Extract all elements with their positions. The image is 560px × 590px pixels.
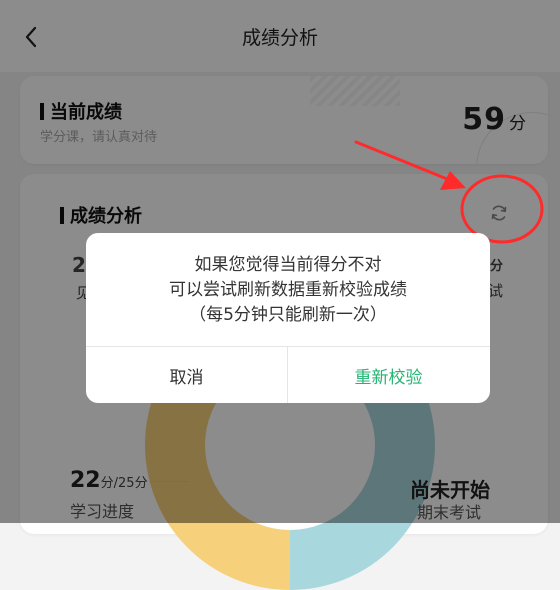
- recheck-dialog: 如果您觉得当前得分不对 可以尝试刷新数据重新校验成绩 （每5分钟只能刷新一次） …: [86, 233, 490, 403]
- cancel-button[interactable]: 取消: [86, 347, 287, 403]
- recheck-button[interactable]: 重新校验: [288, 347, 489, 403]
- dialog-message: 如果您觉得当前得分不对 可以尝试刷新数据重新校验成绩 （每5分钟只能刷新一次）: [86, 253, 490, 328]
- dialog-line-2: 可以尝试刷新数据重新校验成绩: [169, 280, 407, 300]
- dialog-line-1: 如果您觉得当前得分不对: [194, 255, 382, 275]
- dialog-line-3: （每5分钟只能刷新一次）: [189, 305, 387, 325]
